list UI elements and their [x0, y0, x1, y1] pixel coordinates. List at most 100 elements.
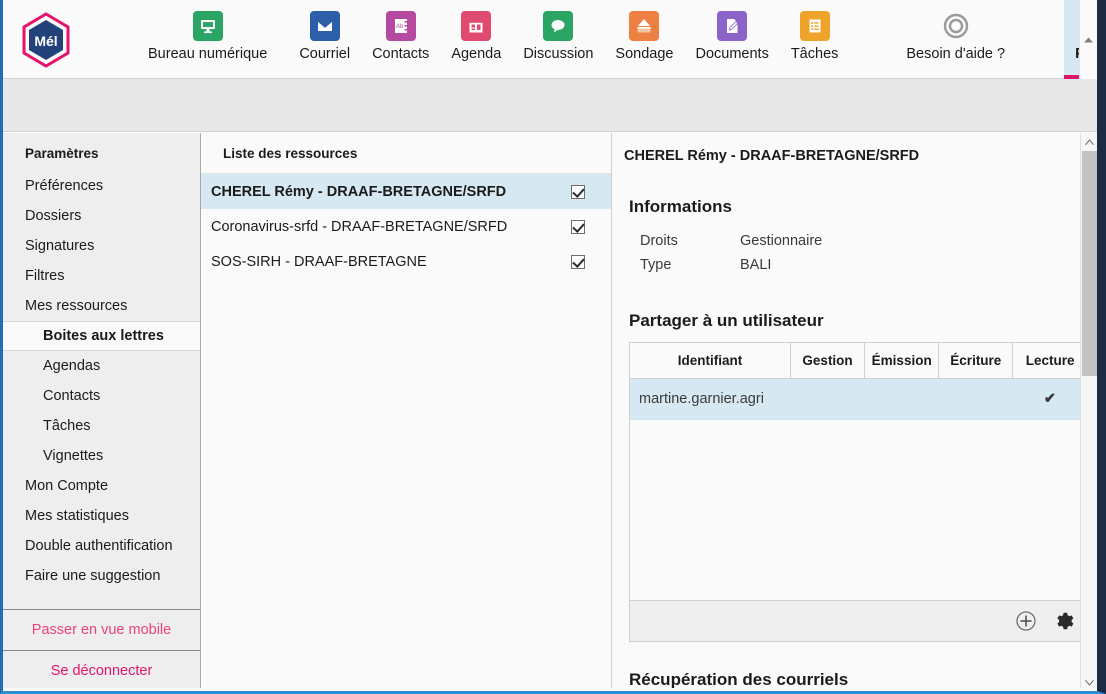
- app-logo[interactable]: Mél: [3, 0, 89, 79]
- sidebar-title: Paramètres: [25, 146, 99, 161]
- sidebar-item-filtres[interactable]: Filtres: [3, 261, 200, 291]
- sidebar-item-boites-aux-lettres[interactable]: Boites aux lettres: [3, 321, 200, 351]
- toolbar-item-label: Besoin d'aide ?: [906, 46, 1006, 62]
- toolbar-item-label: Agenda: [451, 46, 502, 62]
- informations-heading: Informations: [629, 197, 732, 216]
- share-cell-ecriture: [938, 378, 1013, 419]
- info-row-type: Type BALI: [624, 253, 1067, 277]
- sidebar-item-preferences[interactable]: Préférences: [3, 171, 200, 201]
- resource-detail-title: CHEREL Rémy - DRAAF-BRETAGNE/SRFD: [624, 148, 920, 164]
- share-table: Identifiant Gestion Émission Écriture Le…: [630, 343, 1087, 419]
- sidebar-item-faire-une-suggestion[interactable]: Faire une suggestion: [3, 561, 200, 591]
- resource-checkbox[interactable]: [571, 254, 585, 269]
- info-key: Droits: [640, 233, 678, 249]
- info-key: Type: [640, 257, 672, 273]
- toolbar-item-sondage[interactable]: Sondage: [604, 0, 684, 79]
- table-row[interactable]: martine.garnier.agri ✔: [630, 378, 1087, 419]
- sidebar-item-dossiers[interactable]: Dossiers: [3, 201, 200, 231]
- resource-list-panel: Liste des ressources CHEREL Rémy - DRAAF…: [201, 133, 612, 691]
- sidebar-item-vignettes[interactable]: Vignettes: [3, 441, 200, 471]
- share-table-body: martine.garnier.agri ✔: [630, 378, 1087, 419]
- calendar-icon: [459, 9, 493, 43]
- share-table-empty-area: [630, 419, 1087, 600]
- svg-text:Ab: Ab: [396, 24, 404, 30]
- addressbook-icon: Ab: [384, 9, 418, 43]
- toolbar-item-contacts[interactable]: Ab Contacts: [361, 0, 440, 79]
- share-column-lecture[interactable]: Lecture: [1012, 343, 1087, 379]
- toolbar-item-label: Bureau numérique: [148, 46, 268, 62]
- switch-mobile-view-button[interactable]: Passer en vue mobile: [3, 609, 200, 650]
- resource-label: CHEREL Rémy - DRAAF-BRETAGNE/SRFD: [211, 183, 507, 200]
- toolbar-item-label: Sondage: [615, 46, 674, 62]
- share-cell-lecture: ✔: [1012, 378, 1087, 419]
- resource-list-item-coronavirus-srfd[interactable]: Coronavirus-srfd - DRAAF-BRETAGNE/SRFD: [201, 209, 611, 244]
- document-edit-icon: [715, 9, 749, 43]
- toolbar-item-discussion[interactable]: Discussion: [512, 0, 604, 79]
- scrollbar-thumb[interactable]: [1082, 151, 1097, 376]
- share-table-header-row: Identifiant Gestion Émission Écriture Le…: [630, 343, 1087, 379]
- info-value: BALI: [740, 257, 772, 273]
- mel-logo-svg: Mél: [22, 11, 70, 68]
- toolbar-item-bureau-numerique[interactable]: Bureau numérique: [89, 0, 288, 79]
- resource-label: Coronavirus-srfd - DRAAF-BRETAGNE/SRFD: [211, 218, 508, 235]
- sidebar-item-signatures[interactable]: Signatures: [3, 231, 200, 261]
- toolbar-scroll-up-button[interactable]: [1079, 0, 1097, 79]
- resource-checkbox[interactable]: [571, 219, 585, 234]
- toolbar-item-besoin-aide[interactable]: Besoin d'aide ?: [895, 0, 1016, 79]
- mel-hexagon-logo: Mél: [20, 11, 72, 68]
- resource-list-item-sos-sirh[interactable]: SOS-SIRH - DRAAF-BRETAGNE: [201, 244, 611, 279]
- share-cell-emission: [864, 378, 939, 419]
- sidebar-item-mes-statistiques[interactable]: Mes statistiques: [3, 501, 200, 531]
- toolbar-item-label: Documents: [695, 46, 769, 62]
- sidebar-item-double-authentification[interactable]: Double authentification: [3, 531, 200, 561]
- detail-panel-scrollbar[interactable]: [1080, 133, 1097, 691]
- chevron-up-icon: [1084, 138, 1094, 145]
- secondary-toolbar-strip: [3, 79, 1097, 132]
- resource-checkbox[interactable]: [571, 184, 585, 199]
- share-cell-gestion: [790, 378, 865, 419]
- resource-detail-content: CHEREL Rémy - DRAAF-BRETAGNE/SRFD Inform…: [612, 133, 1097, 690]
- scroll-up-button[interactable]: [1081, 133, 1097, 150]
- share-column-emission[interactable]: Émission: [864, 343, 940, 379]
- toolbar-item-label: Discussion: [523, 46, 594, 62]
- window-bottom-edge: [3, 688, 1097, 691]
- resource-detail-panel: CHEREL Rémy - DRAAF-BRETAGNE/SRFD Inform…: [612, 133, 1097, 691]
- toolbar-item-documents[interactable]: Documents: [684, 0, 779, 79]
- share-table-head: Identifiant Gestion Émission Écriture Le…: [630, 343, 1087, 379]
- settings-sidebar: Paramètres Préférences Dossiers Signatur…: [3, 133, 201, 691]
- share-column-gestion[interactable]: Gestion: [790, 343, 866, 379]
- sidebar-item-contacts[interactable]: Contacts: [3, 381, 200, 411]
- recuperation-courriels-heading: Récupération des courriels: [629, 670, 849, 689]
- toolbar-item-taches[interactable]: Tâches: [780, 0, 850, 79]
- toolbar-item-label: Tâches: [790, 46, 839, 62]
- share-column-ecriture[interactable]: Écriture: [938, 343, 1014, 379]
- gear-icon: [1098, 9, 1106, 43]
- plus-circle-icon[interactable]: [1015, 610, 1037, 632]
- main-body: Paramètres Préférences Dossiers Signatur…: [3, 133, 1097, 691]
- share-heading: Partager à un utilisateur: [629, 311, 824, 330]
- gear-icon[interactable]: [1053, 610, 1075, 632]
- toolbar-item-agenda[interactable]: Agenda: [440, 0, 512, 79]
- envelope-icon: [308, 9, 342, 43]
- tasklist-icon: [798, 9, 832, 43]
- share-table-footer: [630, 600, 1087, 641]
- sidebar-item-mon-compte[interactable]: Mon Compte: [3, 471, 200, 501]
- svg-text:Mél: Mél: [34, 33, 57, 49]
- sidebar-item-agendas[interactable]: Agendas: [3, 351, 200, 381]
- logout-button[interactable]: Se déconnecter: [3, 650, 200, 691]
- ballot-box-icon: [627, 9, 661, 43]
- monitor-icon: [191, 9, 225, 43]
- application-window: Mél Bureau numérique Courriel Ab Contact…: [0, 0, 1106, 694]
- sidebar-item-mes-ressources[interactable]: Mes ressources: [3, 291, 200, 321]
- main-toolbar: Mél Bureau numérique Courriel Ab Contact…: [3, 0, 1097, 79]
- chevron-down-icon: [1084, 679, 1094, 686]
- share-table-container: Identifiant Gestion Émission Écriture Le…: [629, 342, 1088, 642]
- sidebar-item-taches[interactable]: Tâches: [3, 411, 200, 441]
- share-column-identifiant[interactable]: Identifiant: [630, 343, 791, 379]
- toolbar-item-courriel[interactable]: Courriel: [288, 0, 361, 79]
- toolbar-nav-items: Bureau numérique Courriel Ab Contacts Ag…: [89, 0, 1106, 79]
- info-row-droits: Droits Gestionnaire: [624, 229, 1067, 253]
- resource-list-item-cherel-remy[interactable]: CHEREL Rémy - DRAAF-BRETAGNE/SRFD: [201, 174, 611, 209]
- share-cell-identifiant: martine.garnier.agri: [630, 378, 791, 419]
- help-ring-icon: [939, 9, 973, 43]
